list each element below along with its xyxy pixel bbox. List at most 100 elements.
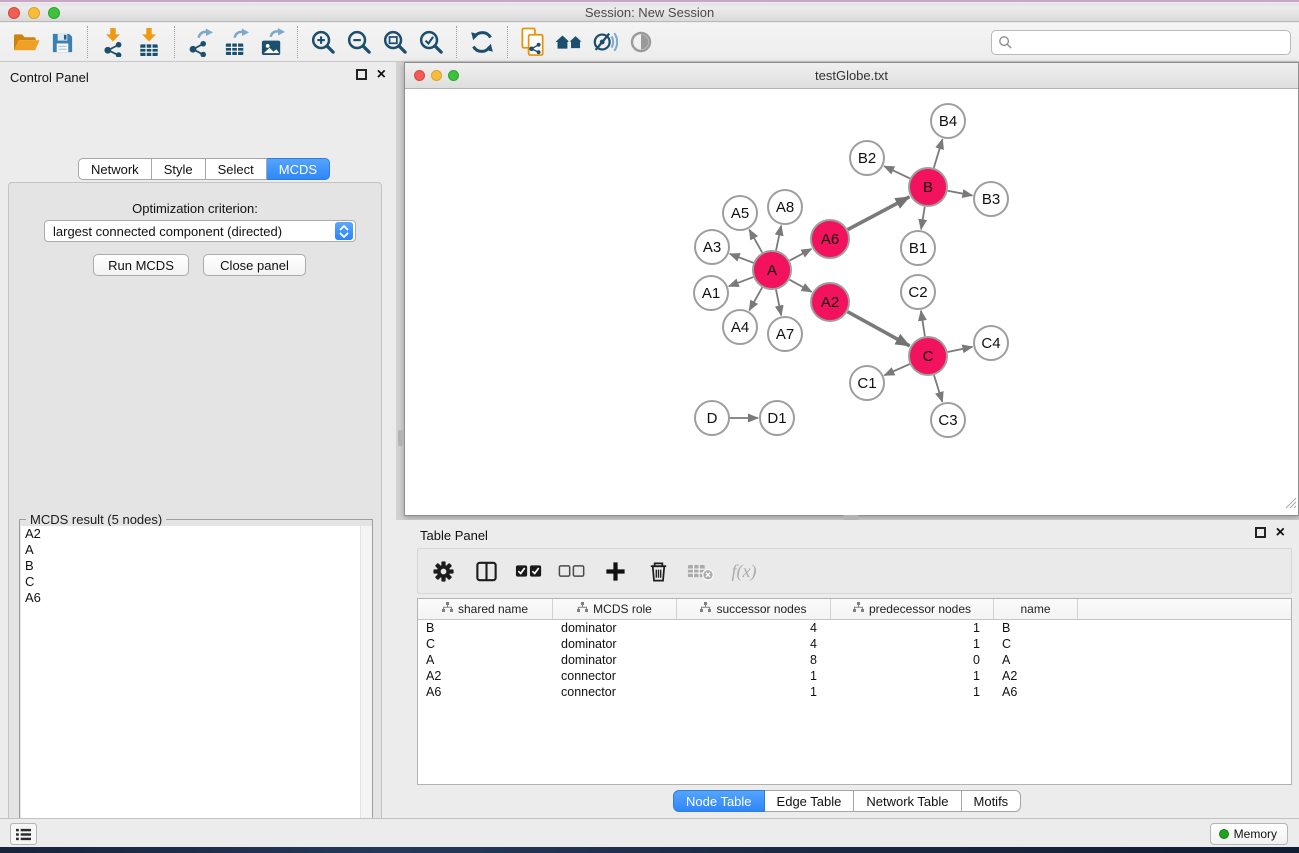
- select-all-columns-icon[interactable]: [512, 553, 546, 589]
- column-header-predecessor-nodes[interactable]: predecessor nodes: [831, 599, 994, 620]
- import-table-icon[interactable]: [131, 25, 167, 59]
- network-node-A3[interactable]: A3: [695, 230, 729, 264]
- show-hidden-eye-icon[interactable]: [623, 25, 659, 59]
- save-session-icon[interactable]: [44, 25, 80, 59]
- refresh-layout-icon[interactable]: [464, 25, 500, 59]
- table-tab-network-table[interactable]: Network Table: [854, 790, 961, 812]
- unselect-all-columns-icon[interactable]: [555, 553, 589, 589]
- mcds-result-item[interactable]: A2: [21, 526, 371, 542]
- column-header-successor-nodes[interactable]: successor nodes: [677, 599, 831, 620]
- zoom-selected-icon[interactable]: [413, 25, 449, 59]
- memory-button[interactable]: Memory: [1210, 823, 1288, 845]
- export-image-icon[interactable]: [254, 25, 290, 59]
- export-network-icon[interactable]: [182, 25, 218, 59]
- add-column-icon[interactable]: [598, 553, 632, 589]
- table-tab-motifs[interactable]: Motifs: [962, 790, 1022, 812]
- task-history-button[interactable]: [10, 823, 37, 845]
- export-table-icon[interactable]: [218, 25, 254, 59]
- close-panel-button[interactable]: Close panel: [203, 254, 306, 276]
- table-row[interactable]: A6connector11A6: [418, 684, 1291, 700]
- network-node-A2[interactable]: A2: [811, 283, 849, 321]
- float-panel-icon[interactable]: [356, 69, 367, 80]
- table-tab-edge-table[interactable]: Edge Table: [765, 790, 855, 812]
- delete-columns-trash-icon[interactable]: [641, 553, 675, 589]
- control-tab-mcds[interactable]: MCDS: [267, 158, 330, 180]
- network-edge-B-B2[interactable]: [884, 166, 910, 178]
- open-session-icon[interactable]: [8, 25, 44, 59]
- network-edge-A-A7[interactable]: [776, 290, 781, 316]
- table-row[interactable]: Cdominator41C: [418, 636, 1291, 652]
- mcds-result-item[interactable]: A: [21, 542, 371, 558]
- column-header-shared-name[interactable]: shared name: [418, 599, 553, 620]
- network-node-B[interactable]: B: [909, 168, 947, 206]
- table-row[interactable]: Adominator80A: [418, 652, 1291, 668]
- network-node-A7[interactable]: A7: [768, 317, 802, 351]
- network-edge-A-A5[interactable]: [749, 230, 762, 253]
- network-node-D1[interactable]: D1: [760, 401, 794, 435]
- zoom-in-icon[interactable]: [305, 25, 341, 59]
- network-edge-A-A1[interactable]: [729, 277, 754, 286]
- network-node-D[interactable]: D: [695, 401, 729, 435]
- network-node-C2[interactable]: C2: [901, 275, 935, 309]
- table-row[interactable]: A2connector11A2: [418, 668, 1291, 684]
- mcds-result-item[interactable]: B: [21, 558, 371, 574]
- network-node-B3[interactable]: B3: [974, 182, 1008, 216]
- settings-gear-icon[interactable]: [426, 553, 460, 589]
- network-node-A4[interactable]: A4: [723, 310, 757, 344]
- hide-selected-icon[interactable]: [587, 25, 623, 59]
- zoom-fit-icon[interactable]: [377, 25, 413, 59]
- window-resize-grip[interactable]: [1284, 496, 1297, 514]
- show-columns-icon[interactable]: [469, 553, 503, 589]
- network-node-B2[interactable]: B2: [850, 141, 884, 175]
- network-edge-B-B4[interactable]: [934, 139, 943, 168]
- optimization-criterion-select[interactable]: largest connected component (directed): [44, 220, 356, 242]
- search-input[interactable]: [1013, 33, 1284, 53]
- control-tab-style[interactable]: Style: [152, 158, 206, 180]
- network-edge-B-B1[interactable]: [921, 207, 925, 230]
- network-edge-A-A3[interactable]: [730, 254, 754, 263]
- network-node-C1[interactable]: C1: [850, 366, 884, 400]
- run-mcds-button[interactable]: Run MCDS: [93, 254, 189, 276]
- control-tab-network[interactable]: Network: [78, 158, 152, 180]
- zoom-out-icon[interactable]: [341, 25, 377, 59]
- mcds-result-item[interactable]: A6: [21, 590, 371, 606]
- result-list-scrollbar[interactable]: [360, 526, 372, 853]
- network-node-B4[interactable]: B4: [931, 104, 965, 138]
- network-node-C[interactable]: C: [909, 337, 947, 375]
- close-table-panel-icon[interactable]: ×: [1276, 527, 1285, 538]
- table-tab-node-table[interactable]: Node Table: [673, 790, 765, 812]
- network-edge-A-A6[interactable]: [790, 249, 812, 261]
- network-view[interactable]: A A1 A2 A3 A4 A5 A6 A7 A8 B B1 B2 B3 B4 C C1 C2 C3 C4 D D1: [405, 89, 1298, 515]
- network-canvas[interactable]: A A1 A2 A3 A4 A5 A6 A7 A8 B B1 B2 B3 B4 C C1 C2 C3 C4 D D1: [405, 89, 1298, 516]
- show-all-home-icon[interactable]: [551, 25, 587, 59]
- import-network-icon[interactable]: [95, 25, 131, 59]
- vertical-scroll-thumb[interactable]: [398, 430, 403, 446]
- close-panel-icon[interactable]: ×: [377, 69, 386, 80]
- network-edge-C-C2[interactable]: [921, 311, 925, 336]
- mcds-result-item[interactable]: C: [21, 574, 371, 590]
- first-neighbors-icon[interactable]: [515, 25, 551, 59]
- table-row[interactable]: Bdominator41B: [418, 620, 1291, 636]
- network-node-C3[interactable]: C3: [931, 403, 965, 437]
- network-edge-A6-B[interactable]: [848, 197, 910, 230]
- column-header-mcds-role[interactable]: MCDS role: [553, 599, 677, 620]
- network-node-A6[interactable]: A6: [811, 220, 849, 258]
- delete-table-icon[interactable]: [684, 553, 718, 589]
- network-edge-B-B3[interactable]: [948, 191, 973, 196]
- column-header-name[interactable]: name: [994, 599, 1078, 620]
- network-node-A8[interactable]: A8: [768, 190, 802, 224]
- network-node-A[interactable]: A: [753, 251, 791, 289]
- network-edge-A-A4[interactable]: [749, 287, 762, 310]
- network-edge-A-A2[interactable]: [790, 280, 812, 292]
- network-node-A1[interactable]: A1: [694, 276, 728, 310]
- network-node-C4[interactable]: C4: [974, 326, 1008, 360]
- function-builder-icon[interactable]: f(x): [727, 553, 761, 589]
- network-edge-C-C4[interactable]: [948, 347, 973, 352]
- network-edge-C-C1[interactable]: [884, 364, 909, 375]
- network-node-A5[interactable]: A5: [723, 196, 757, 230]
- network-edge-A-A8[interactable]: [776, 226, 781, 251]
- float-table-panel-icon[interactable]: [1255, 527, 1266, 538]
- network-node-B1[interactable]: B1: [901, 231, 935, 265]
- network-edge-C-C3[interactable]: [934, 375, 942, 402]
- network-edge-A2-C[interactable]: [848, 312, 910, 346]
